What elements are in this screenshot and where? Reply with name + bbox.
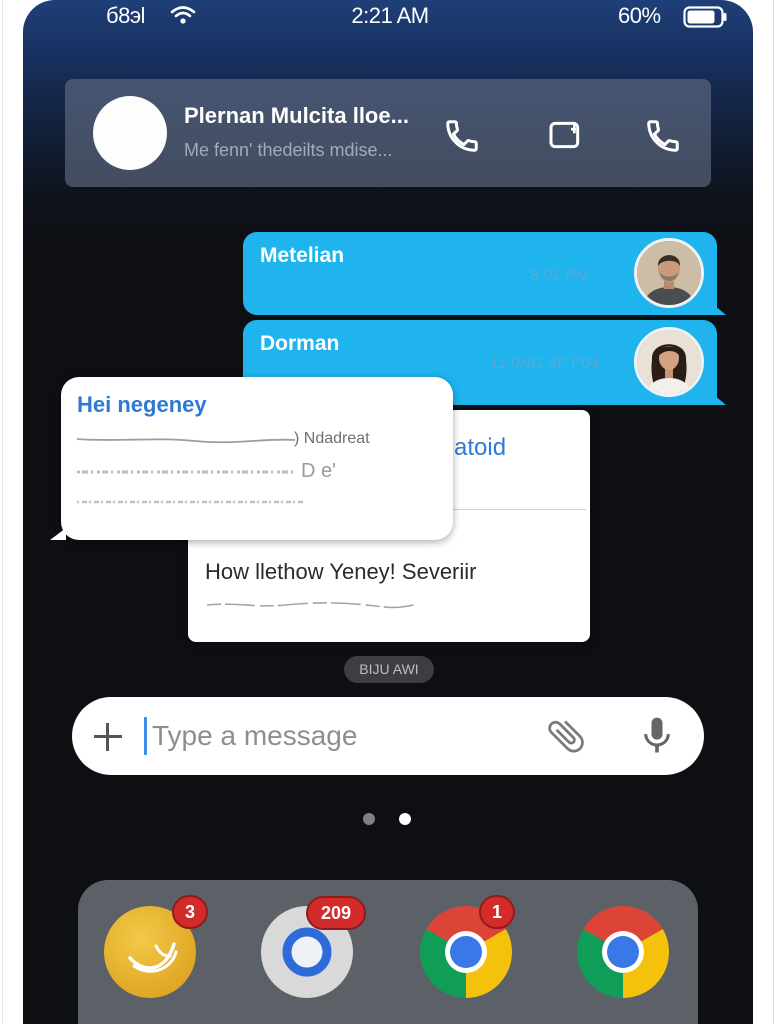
scribble-line — [77, 470, 297, 474]
page-dot[interactable] — [363, 813, 375, 825]
wifi-icon — [170, 6, 196, 24]
chrome-center — [607, 936, 639, 968]
message-sender: Dorman — [260, 332, 340, 355]
text-caret — [144, 717, 147, 755]
contact-avatar[interactable] — [93, 96, 167, 170]
message-bubble[interactable]: Metelian 8 01 PM — [243, 232, 726, 315]
battery-icon — [683, 6, 727, 28]
scribble-line — [76, 438, 296, 444]
message-input[interactable] — [152, 711, 512, 761]
phone-icon[interactable] — [443, 117, 481, 155]
card-line-text: ) Ndadreat — [294, 430, 370, 447]
battery-percent: 60% — [618, 3, 661, 28]
contact-status: Me fenn' thedeilts mdise... — [184, 140, 393, 160]
phone-icon[interactable] — [644, 117, 682, 155]
scribble-line — [77, 500, 303, 504]
frame-edge-left — [2, 0, 3, 1024]
plus-icon[interactable] — [94, 723, 122, 751]
notification-badge: 1 — [481, 897, 513, 927]
sender-avatar[interactable] — [634, 327, 704, 397]
microphone-icon[interactable] — [635, 714, 679, 758]
card-divider — [453, 509, 586, 510]
contact-name[interactable]: Plernan Mulcita lloe... — [184, 103, 409, 129]
carrier-signal: б8эl — [106, 3, 145, 28]
message-composer — [72, 697, 704, 775]
sender-avatar[interactable] — [634, 238, 704, 308]
card-title: Hei negeney — [77, 392, 207, 417]
chrome-icon[interactable] — [577, 906, 669, 998]
woman-photo — [637, 330, 701, 394]
notification-badge: 3 — [174, 897, 206, 927]
paperclip-icon[interactable] — [544, 714, 588, 758]
date-separator: BIJU AWI — [344, 656, 434, 683]
chrome-center — [450, 936, 482, 968]
scribble-line — [206, 602, 418, 609]
card-title: atoid — [454, 434, 507, 461]
message-sender: Metelian — [260, 244, 345, 267]
chat-header: Plernan Mulcita lloe... Me fenn' thedeil… — [65, 79, 711, 187]
notification-badge: 209 — [308, 898, 364, 928]
message-card[interactable]: Hei negeney ) Ndadreat D e' — [50, 377, 453, 540]
man-photo — [637, 241, 701, 305]
frame-edge-right — [773, 0, 774, 1024]
message-time: 8 01 PM — [530, 267, 590, 284]
page-dot[interactable] — [399, 813, 411, 825]
card-line-text: D e' — [301, 460, 336, 482]
status-time: 2:21 AM — [351, 3, 429, 28]
message-time: 11.0NG 3F P04 — [490, 355, 600, 372]
video-icon[interactable] — [546, 115, 586, 155]
card-body-text: How llethow Yeney! Severiir — [205, 559, 477, 584]
